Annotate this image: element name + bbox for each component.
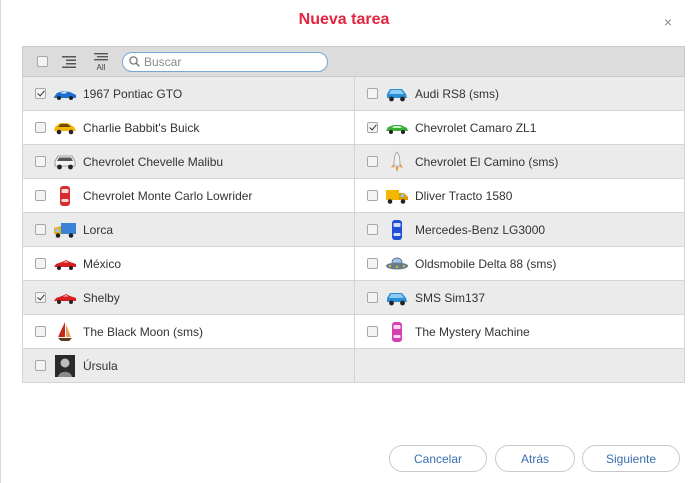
pink-car-topview-icon — [385, 321, 409, 343]
vehicle-label: Chevrolet Chevelle Malibu — [83, 154, 224, 169]
portrait-icon — [53, 354, 77, 377]
vehicle-label: Mercedes-Benz LG3000 — [415, 222, 546, 237]
vehicle-label: SMS Sim137 — [415, 290, 486, 305]
vehicle-label: Audi RS8 (sms) — [415, 86, 500, 101]
dialog-header: Nueva tarea × — [0, 0, 688, 44]
vehicle-label: Lorca — [83, 222, 114, 237]
vehicle-item[interactable]: Charlie Babbit's Buick — [22, 111, 354, 145]
vehicle-checkbox[interactable] — [35, 156, 46, 167]
vehicle-label: The Black Moon (sms) — [83, 324, 204, 339]
vehicle-label: Chevrolet Camaro ZL1 — [415, 120, 537, 135]
vehicle-item[interactable]: México — [22, 247, 354, 281]
vehicle-checkbox[interactable] — [35, 122, 46, 133]
select-all-checkbox[interactable] — [37, 56, 48, 67]
vehicle-checkbox[interactable] — [367, 190, 378, 201]
vehicle-item[interactable]: Chevrolet Chevelle Malibu — [22, 145, 354, 179]
vehicle-checkbox[interactable] — [367, 326, 378, 337]
list-indent-icon — [62, 55, 76, 68]
sailboat-icon — [53, 321, 77, 343]
search-input[interactable] — [144, 54, 319, 69]
vehicle-checkbox[interactable] — [35, 360, 46, 371]
vehicle-item[interactable]: Chevrolet Camaro ZL1 — [354, 111, 685, 145]
list-all-icon: All — [94, 52, 108, 71]
back-button[interactable]: Atrás — [495, 445, 575, 472]
vehicle-item[interactable]: Chevrolet El Camino (sms) — [354, 145, 685, 179]
search-icon — [129, 56, 140, 67]
vehicle-item[interactable]: Lorca — [22, 213, 354, 247]
red-car-topview-icon — [53, 185, 77, 207]
empty-cell — [354, 349, 685, 383]
blue-car-icon — [385, 287, 409, 309]
vehicle-checkbox[interactable] — [367, 156, 378, 167]
dialog-title: Nueva tarea — [298, 11, 390, 28]
vehicle-label: Úrsula — [83, 358, 118, 373]
dialog-border — [0, 0, 1, 483]
search-box[interactable] — [122, 51, 328, 72]
next-button[interactable]: Siguiente — [582, 445, 680, 472]
vehicle-checkbox[interactable] — [367, 292, 378, 303]
yellow-car-icon — [53, 117, 77, 139]
vehicle-checkbox[interactable] — [35, 292, 46, 303]
cancel-button[interactable]: Cancelar — [389, 445, 487, 472]
vehicle-item[interactable]: Chevrolet Monte Carlo Lowrider — [22, 179, 354, 213]
blue-car-topview-icon — [385, 219, 409, 241]
vehicle-label: Oldsmobile Delta 88 (sms) — [415, 256, 557, 271]
group-view-button[interactable] — [58, 51, 80, 73]
list-toolbar: All — [22, 46, 685, 77]
all-label: All — [97, 63, 106, 71]
vehicle-item[interactable]: Shelby — [22, 281, 354, 315]
vehicle-item[interactable]: 1967 Pontiac GTO — [22, 77, 354, 111]
yellow-truck-icon — [385, 185, 409, 207]
close-icon[interactable]: × — [664, 14, 672, 30]
blue-truck-icon — [53, 219, 77, 241]
vehicle-item[interactable]: Mercedes-Benz LG3000 — [354, 213, 685, 247]
green-car-icon — [385, 117, 409, 139]
vehicle-label: Charlie Babbit's Buick — [83, 120, 200, 135]
vehicle-label: The Mystery Machine — [415, 324, 530, 339]
blue-sportscar-icon — [53, 83, 77, 105]
vehicle-checkbox[interactable] — [367, 88, 378, 99]
vehicle-item[interactable]: Dliver Tracto 1580 — [354, 179, 685, 213]
vehicle-item[interactable]: Oldsmobile Delta 88 (sms) — [354, 247, 685, 281]
vehicle-item[interactable]: SMS Sim137 — [354, 281, 685, 315]
vehicle-checkbox[interactable] — [367, 224, 378, 235]
vehicle-checkbox[interactable] — [35, 88, 46, 99]
vehicle-label: Dliver Tracto 1580 — [415, 188, 513, 203]
vehicle-item[interactable]: Úrsula — [22, 349, 354, 383]
red-sportscar-icon — [53, 253, 77, 275]
vehicle-checkbox[interactable] — [367, 122, 378, 133]
vehicle-checkbox[interactable] — [35, 224, 46, 235]
vehicle-label: México — [83, 256, 122, 271]
rocket-icon — [385, 150, 409, 173]
show-all-button[interactable]: All — [90, 51, 112, 73]
white-car-icon — [53, 151, 77, 173]
vehicle-checkbox[interactable] — [35, 326, 46, 337]
vehicle-checkbox[interactable] — [35, 258, 46, 269]
vehicle-checkbox[interactable] — [367, 258, 378, 269]
vehicle-label: 1967 Pontiac GTO — [83, 86, 183, 101]
vehicle-item[interactable]: The Black Moon (sms) — [22, 315, 354, 349]
vehicle-label: Chevrolet Monte Carlo Lowrider — [83, 188, 253, 203]
red-sportscar-icon — [53, 287, 77, 309]
vehicle-list: 1967 Pontiac GTO Audi RS8 (sms) Charlie Ba… — [22, 77, 685, 383]
vehicle-label: Shelby — [83, 290, 120, 305]
vehicle-label: Chevrolet El Camino (sms) — [415, 154, 559, 169]
vehicle-item[interactable]: The Mystery Machine — [354, 315, 685, 349]
vehicle-checkbox[interactable] — [35, 190, 46, 201]
vehicle-item[interactable]: Audi RS8 (sms) — [354, 77, 685, 111]
blue-car-icon — [385, 83, 409, 105]
ufo-icon — [385, 253, 409, 275]
